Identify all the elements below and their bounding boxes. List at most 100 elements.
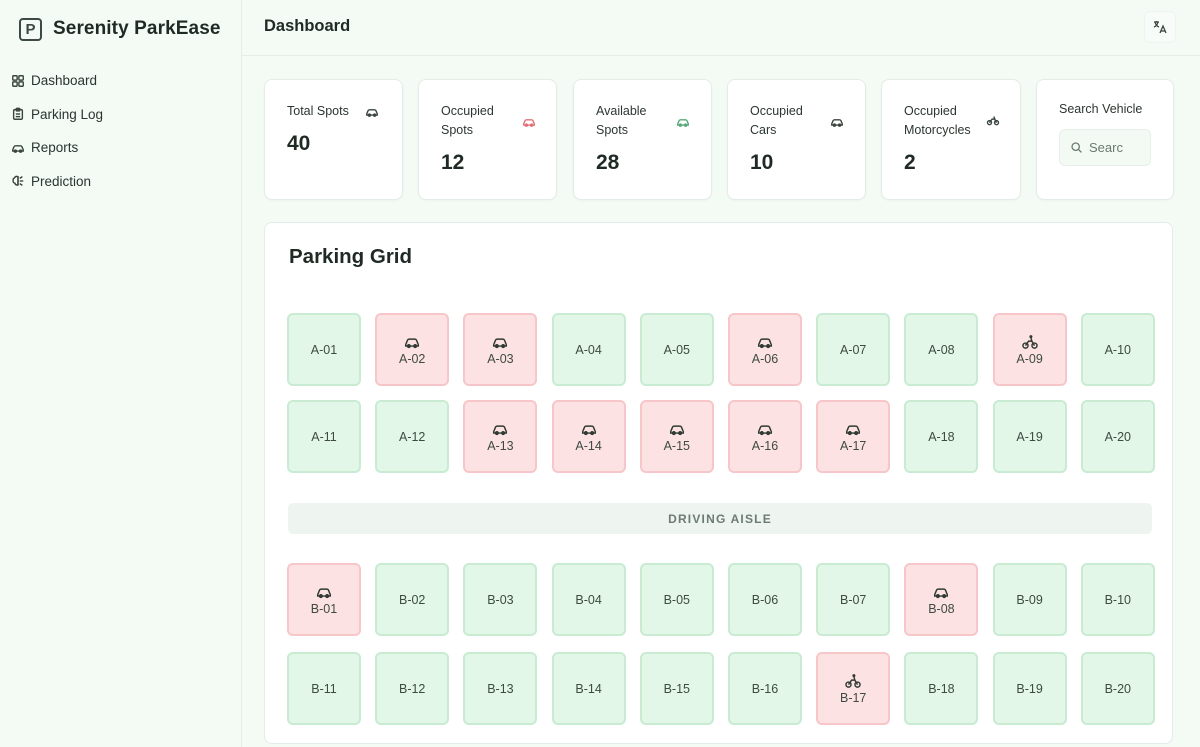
sidebar-item-reports[interactable]: Reports — [0, 131, 241, 165]
spot-label: B-20 — [1104, 681, 1131, 696]
spot-label: A-04 — [575, 342, 602, 357]
spot-label: A-09 — [1016, 352, 1043, 366]
parking-spot-b-08[interactable]: B-08 — [904, 563, 979, 636]
parking-spot-a-02[interactable]: A-02 — [375, 313, 450, 386]
parking-spot-a-12[interactable]: A-12 — [375, 400, 450, 473]
parking-spot-b-14[interactable]: B-14 — [551, 652, 626, 725]
sidebar-item-prediction[interactable]: Prediction — [0, 165, 241, 199]
car-icon — [12, 144, 24, 153]
parking-spot-a-20[interactable]: A-20 — [1080, 400, 1155, 473]
parking-spot-a-08[interactable]: A-08 — [904, 313, 979, 386]
spot-label: B-15 — [663, 681, 690, 696]
spot-label: A-14 — [575, 439, 602, 453]
car-icon — [405, 338, 420, 349]
parking-spot-b-04[interactable]: B-04 — [551, 563, 626, 636]
parking-spot-a-13[interactable]: A-13 — [463, 400, 538, 473]
stat-card-occupied-motorcycles: Occupied Motorcycles 2 — [881, 79, 1021, 200]
stat-card-total-spots: Total Spots 40 — [264, 79, 403, 200]
spot-label: B-04 — [575, 592, 602, 607]
stat-label: Occupied Motorcycles — [904, 104, 971, 137]
stat-label: Total Spots — [287, 104, 349, 118]
parking-spot-b-10[interactable]: B-10 — [1080, 563, 1155, 636]
parking-spot-b-07[interactable]: B-07 — [816, 563, 891, 636]
parking-spot-b-02[interactable]: B-02 — [375, 563, 450, 636]
parking-spot-a-17[interactable]: A-17 — [816, 400, 891, 473]
parking-spot-a-15[interactable]: A-15 — [639, 400, 714, 473]
spot-label: B-01 — [310, 602, 338, 616]
spot-label: B-11 — [311, 681, 337, 696]
parking-spot-a-07[interactable]: A-07 — [816, 313, 891, 386]
parking-spot-a-16[interactable]: A-16 — [728, 400, 802, 473]
parking-spot-b-20[interactable]: B-20 — [1080, 652, 1155, 725]
parking-spot-a-11[interactable]: A-11 — [287, 400, 361, 473]
stat-label: Available Spots — [596, 104, 647, 137]
parking-spot-b-13[interactable]: B-13 — [463, 652, 538, 725]
translate-button[interactable] — [1144, 11, 1176, 43]
stat-value: 10 — [750, 151, 774, 174]
parking-spot-b-19[interactable]: B-19 — [992, 652, 1067, 725]
dashboard-grid-icon — [12, 74, 24, 87]
car-icon — [523, 119, 535, 127]
spot-label: A-06 — [751, 352, 779, 366]
stat-value: 12 — [441, 151, 465, 174]
spot-label: A-11 — [311, 429, 337, 444]
translate-icon — [1153, 21, 1167, 34]
spot-label: B-13 — [487, 681, 514, 696]
stat-label: Occupied Cars — [750, 104, 803, 137]
spot-label: B-14 — [575, 681, 602, 696]
car-icon — [366, 109, 378, 117]
spot-label: B-03 — [487, 592, 514, 607]
parking-spot-a-19[interactable]: A-19 — [992, 400, 1067, 473]
parking-spot-b-03[interactable]: B-03 — [463, 563, 538, 636]
parking-spot-b-12[interactable]: B-12 — [375, 652, 450, 725]
sidebar-item-label: Reports — [31, 140, 79, 156]
parking-spot-b-18[interactable]: B-18 — [904, 652, 979, 725]
parking-spot-b-11[interactable]: B-11 — [287, 652, 361, 725]
brain-icon — [12, 175, 24, 187]
sidebar-item-dashboard[interactable]: Dashboard — [0, 64, 241, 98]
brand[interactable]: P Serenity ParkEase — [0, 0, 241, 58]
parking-logo-icon: P — [19, 17, 42, 41]
search-box[interactable] — [1059, 129, 1151, 166]
car-icon — [316, 588, 332, 599]
spot-label: A-16 — [751, 439, 779, 453]
parking-spot-a-09[interactable]: A-09 — [992, 313, 1067, 386]
parking-spot-b-15[interactable]: B-15 — [639, 652, 714, 725]
spot-label: B-07 — [839, 592, 867, 607]
spot-label: B-05 — [663, 592, 690, 607]
parking-spot-a-14[interactable]: A-14 — [551, 400, 626, 473]
sidebar-item-label: Parking Log — [31, 106, 104, 122]
parking-spot-a-01[interactable]: A-01 — [287, 313, 361, 386]
parking-spot-b-06[interactable]: B-06 — [728, 563, 802, 636]
parking-spot-b-17[interactable]: B-17 — [816, 652, 891, 725]
parking-spot-a-03[interactable]: A-03 — [463, 313, 538, 386]
parking-spot-b-01[interactable]: B-01 — [287, 563, 361, 636]
motorcycle-icon — [1021, 335, 1038, 349]
car-icon — [493, 338, 508, 349]
parking-spot-b-09[interactable]: B-09 — [992, 563, 1067, 636]
search-input[interactable] — [1089, 140, 1147, 155]
stat-card-available-spots: Available Spots 28 — [573, 79, 712, 200]
spot-label: A-15 — [663, 439, 690, 453]
car-icon — [846, 425, 861, 436]
search-vehicle-card: Search Vehicle — [1036, 79, 1174, 200]
parking-spot-a-05[interactable]: A-05 — [639, 313, 714, 386]
parking-spot-b-05[interactable]: B-05 — [639, 563, 714, 636]
spot-label: A-20 — [1104, 429, 1131, 444]
stat-card-occupied-cars: Occupied Cars 10 — [727, 79, 866, 200]
spot-label: A-19 — [1016, 429, 1043, 444]
parking-spot-a-04[interactable]: A-04 — [551, 313, 626, 386]
parking-spot-a-06[interactable]: A-06 — [728, 313, 802, 386]
search-icon — [1071, 142, 1082, 153]
top-header: Dashboard — [242, 0, 1200, 56]
spot-label: A-08 — [928, 342, 955, 357]
car-icon — [677, 119, 689, 127]
sidebar-item-parking-log[interactable]: Parking Log — [0, 98, 241, 132]
parking-spot-a-18[interactable]: A-18 — [904, 400, 979, 473]
car-icon — [757, 425, 773, 436]
parking-spot-b-16[interactable]: B-16 — [728, 652, 802, 725]
spot-label: B-18 — [928, 681, 955, 696]
parking-spot-a-10[interactable]: A-10 — [1080, 313, 1155, 386]
car-icon — [831, 119, 843, 127]
spot-label: B-08 — [928, 602, 955, 616]
